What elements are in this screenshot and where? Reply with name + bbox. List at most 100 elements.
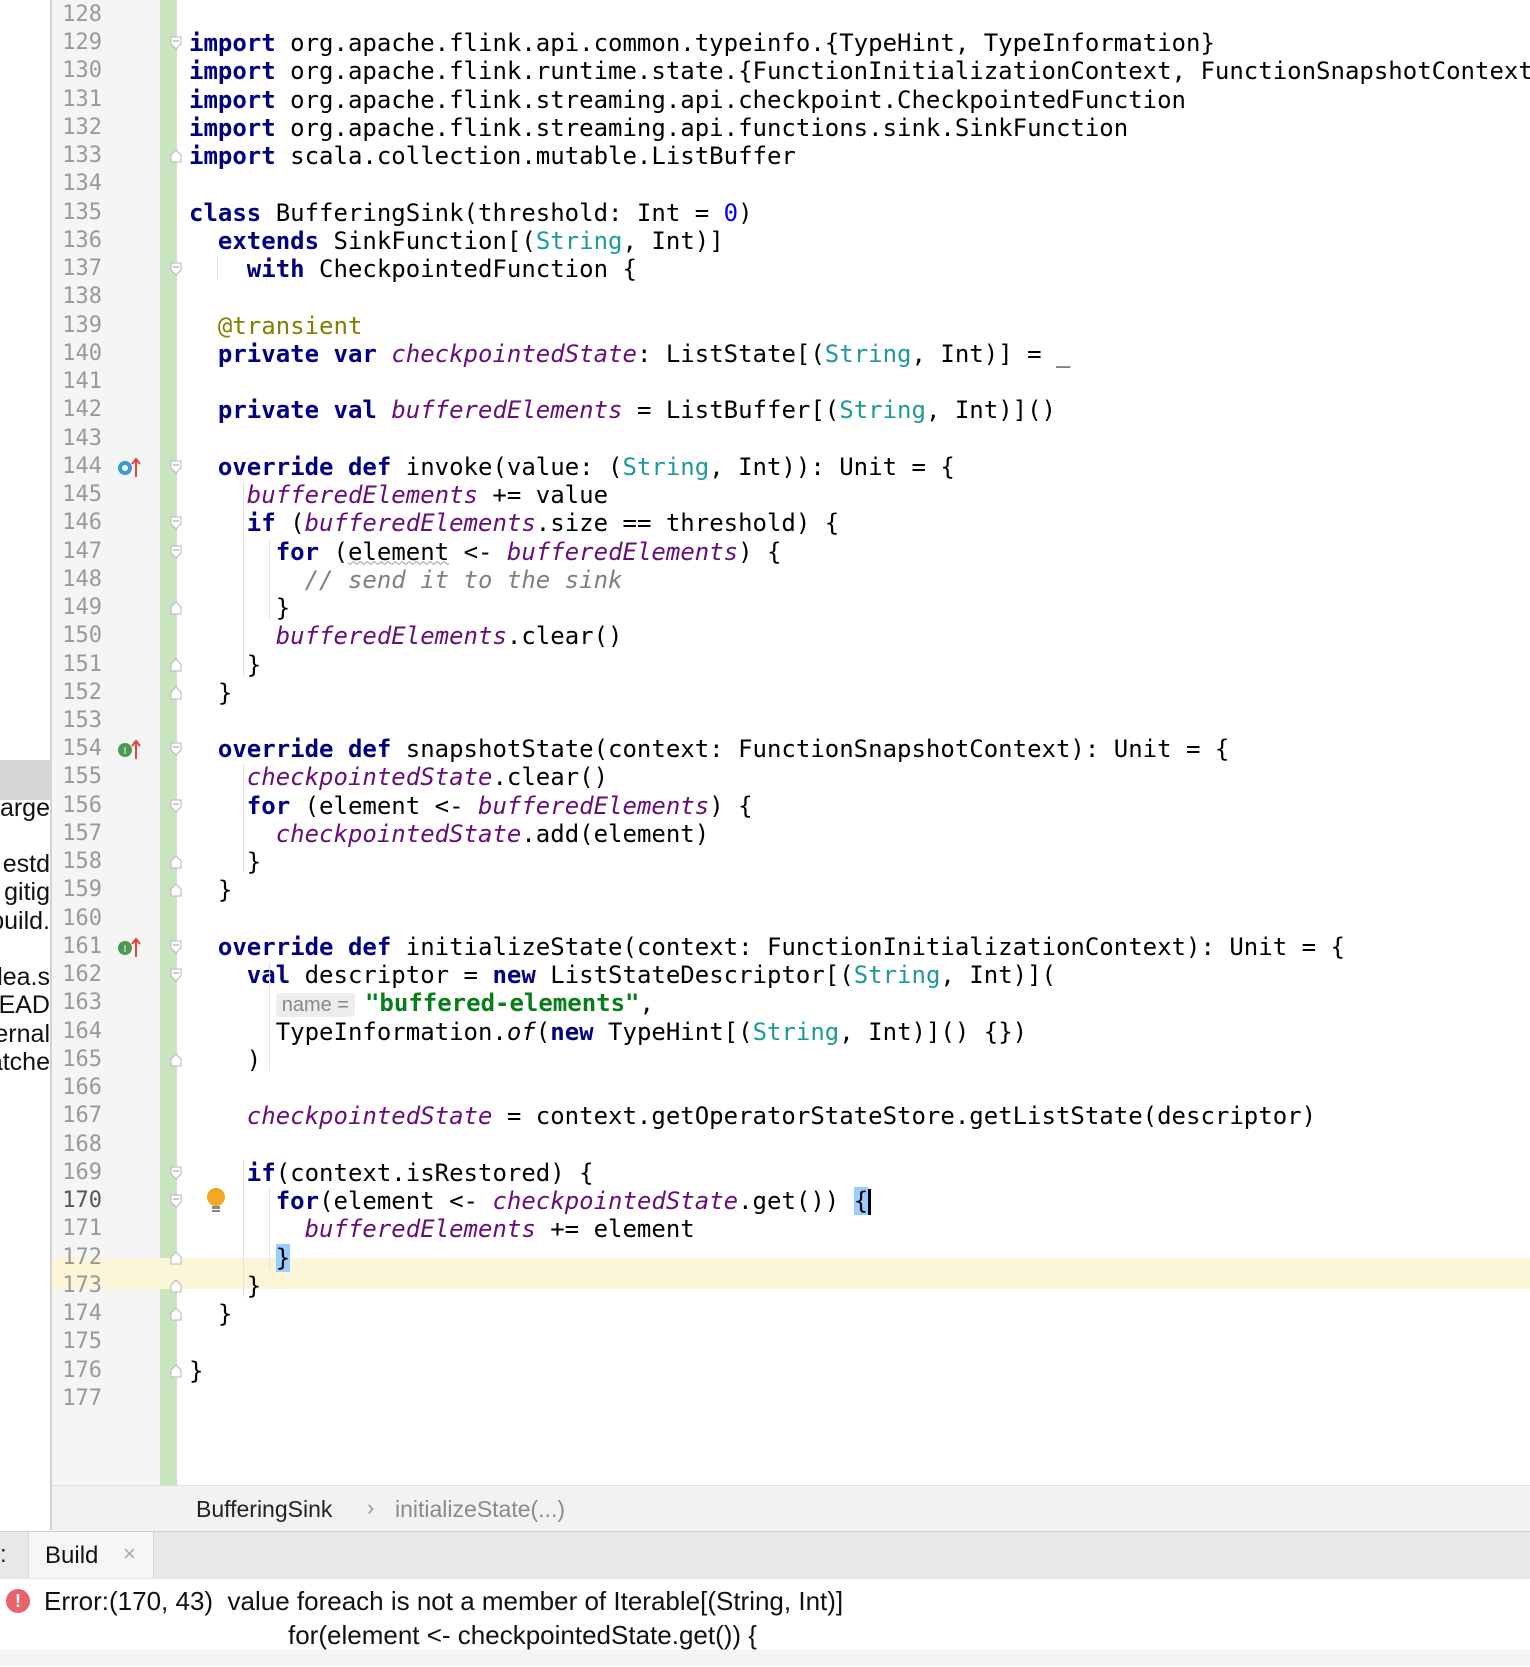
code-line[interactable]: } [189, 1243, 291, 1273]
code-line[interactable]: bufferedElements += value [189, 480, 608, 510]
line-number[interactable]: 168 [52, 1130, 102, 1160]
code-line[interactable]: import org.apache.flink.streaming.api.fu… [189, 113, 1128, 143]
project-tree-item[interactable]: ernal [0, 1019, 50, 1049]
fold-end-icon[interactable] [170, 686, 182, 700]
code-line[interactable]: } [189, 875, 232, 905]
fold-end-icon[interactable] [170, 855, 182, 869]
code-line[interactable]: class BufferingSink(threshold: Int = 0) [189, 198, 753, 228]
fold-collapse-icon[interactable] [170, 1194, 182, 1208]
code-line[interactable]: for (element <- bufferedElements) { [189, 537, 782, 567]
line-number[interactable]: 154 [52, 734, 102, 764]
code-line[interactable]: with CheckpointedFunction { [189, 254, 637, 284]
line-number[interactable]: 175 [52, 1327, 102, 1357]
line-number[interactable]: 173 [52, 1271, 102, 1301]
implements-method-icon[interactable]: I [117, 935, 143, 959]
code-line[interactable]: bufferedElements += element [189, 1214, 695, 1244]
code-line[interactable]: TypeInformation.of(new TypeHint[(String,… [189, 1017, 1027, 1047]
code-line[interactable]: name = "buffered-elements", [189, 988, 654, 1018]
fold-collapse-icon[interactable] [170, 742, 182, 756]
line-number[interactable]: 157 [52, 819, 102, 849]
error-message[interactable]: Error:(170, 43) value foreach is not a m… [44, 1586, 843, 1617]
project-tree-item[interactable]: arge [0, 793, 50, 823]
code-line[interactable]: } [189, 1271, 261, 1301]
code-line[interactable]: if(context.isRestored) { [189, 1158, 594, 1188]
code-line[interactable]: @transient [189, 311, 363, 341]
line-number[interactable]: 142 [52, 395, 102, 425]
line-number[interactable]: 137 [52, 254, 102, 284]
code-line[interactable]: checkpointedState = context.getOperatorS… [189, 1101, 1316, 1131]
fold-collapse-icon[interactable] [170, 516, 182, 531]
project-tree-item[interactable]: gitig [0, 877, 50, 907]
code-line[interactable]: for (element <- bufferedElements) { [189, 791, 753, 821]
code-line[interactable]: private var checkpointedState: ListState… [189, 339, 1071, 369]
breadcrumb-method[interactable]: initializeState(...) [395, 1496, 565, 1523]
code-line[interactable]: checkpointedState.clear() [189, 762, 608, 792]
code-editor[interactable]: 128 129 import org.apache.flink.api.common… [0, 0, 1530, 1485]
project-tree-item[interactable]: estd [0, 849, 50, 879]
breadcrumb-class[interactable]: BufferingSink [196, 1496, 332, 1523]
code-line[interactable]: // send it to the sink [189, 565, 623, 595]
line-number[interactable]: 163 [52, 988, 102, 1018]
line-number[interactable]: 167 [52, 1101, 102, 1131]
line-number[interactable]: 140 [52, 339, 102, 369]
overrides-method-icon[interactable] [117, 455, 143, 479]
line-number[interactable]: 145 [52, 480, 102, 510]
line-number[interactable]: 135 [52, 198, 102, 228]
line-number[interactable]: 143 [52, 424, 102, 454]
fold-end-icon[interactable] [170, 601, 182, 615]
line-number[interactable]: 148 [52, 565, 102, 595]
line-number[interactable]: 141 [52, 367, 102, 397]
code-line[interactable]: import org.apache.flink.streaming.api.ch… [189, 85, 1186, 115]
fold-end-icon[interactable] [170, 1053, 182, 1067]
fold-collapse-icon[interactable] [170, 36, 182, 50]
code-line[interactable]: } [189, 1299, 232, 1329]
line-number[interactable]: 160 [52, 904, 102, 934]
fold-collapse-icon[interactable] [170, 968, 182, 982]
line-number[interactable]: 129 [52, 28, 102, 58]
line-number[interactable]: 164 [52, 1017, 102, 1047]
code-line[interactable]: checkpointedState.add(element) [189, 819, 709, 849]
line-number[interactable]: 130 [52, 56, 102, 86]
fold-collapse-icon[interactable] [170, 460, 182, 474]
line-number[interactable]: 155 [52, 762, 102, 792]
line-number[interactable]: 161 [52, 932, 102, 962]
line-number[interactable]: 170 [52, 1186, 102, 1216]
fold-end-icon[interactable] [170, 1307, 182, 1321]
line-number[interactable]: 152 [52, 678, 102, 708]
line-number[interactable]: 149 [52, 593, 102, 623]
line-number[interactable]: 176 [52, 1356, 102, 1386]
line-number[interactable]: 151 [52, 650, 102, 680]
project-tool-window[interactable]: arge estdgitigbuild. dea.sREADernalatche [0, 0, 52, 1530]
fold-collapse-icon[interactable] [170, 1166, 182, 1180]
project-tree-item[interactable]: atche [0, 1047, 50, 1077]
fold-end-icon[interactable] [170, 149, 182, 163]
fold-end-icon[interactable] [170, 1250, 182, 1265]
code-line[interactable]: override def invoke(value: (String, Int)… [189, 452, 955, 482]
fold-end-icon[interactable] [170, 1279, 182, 1293]
line-number[interactable]: 144 [52, 452, 102, 482]
fold-collapse-icon[interactable] [170, 262, 182, 276]
line-number[interactable]: 171 [52, 1214, 102, 1244]
line-number[interactable]: 159 [52, 875, 102, 905]
line-number[interactable]: 147 [52, 537, 102, 567]
code-line[interactable]: } [189, 1356, 203, 1386]
line-number[interactable]: 138 [52, 282, 102, 312]
code-line[interactable]: override def initializeState(context: Fu… [189, 932, 1345, 962]
line-number[interactable]: 132 [52, 113, 102, 143]
line-number[interactable]: 128 [52, 0, 102, 30]
project-tree-item[interactable]: build. [0, 906, 50, 936]
line-number[interactable]: 177 [52, 1384, 102, 1414]
fold-end-icon[interactable] [170, 1363, 182, 1378]
line-number[interactable]: 172 [52, 1243, 102, 1273]
line-number[interactable]: 174 [52, 1299, 102, 1329]
code-line[interactable]: import scala.collection.mutable.ListBuff… [189, 141, 796, 171]
tab-build[interactable]: Build × [28, 1532, 154, 1579]
close-icon[interactable]: × [123, 1541, 136, 1567]
project-tree-item[interactable]: dea.s [0, 962, 50, 992]
line-number[interactable]: 134 [52, 169, 102, 199]
horizontal-scrollbar[interactable] [0, 1650, 1530, 1666]
fold-end-icon[interactable] [170, 657, 182, 672]
code-line[interactable]: for(element <- checkpointedState.get()) … [189, 1186, 872, 1216]
code-line[interactable]: bufferedElements.clear() [189, 621, 623, 651]
code-line[interactable]: import org.apache.flink.runtime.state.{F… [189, 56, 1530, 86]
